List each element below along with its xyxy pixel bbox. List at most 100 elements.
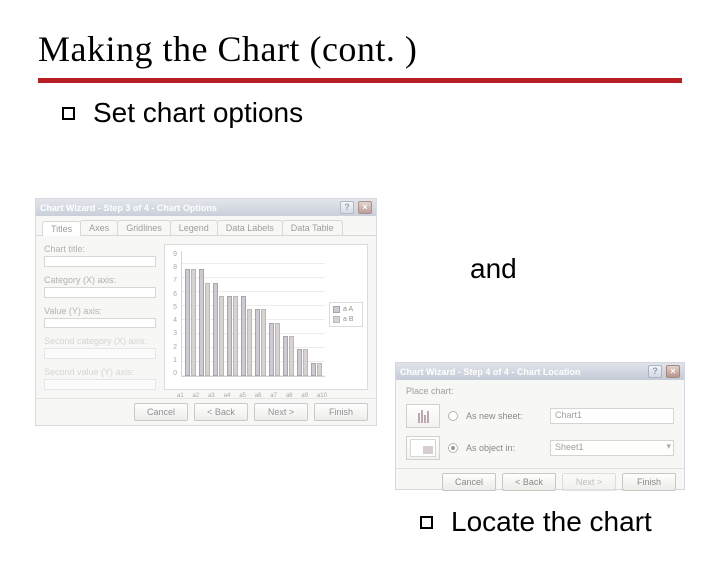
bar — [283, 336, 288, 376]
input-category-axis[interactable] — [44, 287, 156, 298]
xtick: a10 — [317, 393, 327, 399]
option-object-in[interactable]: As object in: Sheet1 — [406, 436, 674, 460]
bar — [311, 363, 316, 376]
bar — [219, 296, 224, 376]
option-label: As new sheet: — [466, 411, 542, 421]
option-new-sheet[interactable]: As new sheet: Chart1 — [406, 404, 674, 428]
bar-group — [199, 269, 210, 376]
bullet-locate-chart: Locate the chart — [420, 506, 652, 538]
square-bullet-icon — [62, 107, 75, 120]
finish-button[interactable]: Finish — [622, 473, 676, 491]
legend-swatch-a — [333, 306, 340, 313]
bar-group — [297, 349, 308, 376]
input-second-value — [44, 379, 156, 390]
back-button[interactable]: < Back — [194, 403, 248, 421]
help-icon[interactable]: ? — [340, 201, 354, 214]
tab-data-labels[interactable]: Data Labels — [217, 220, 283, 235]
chart-preview: 9 8 7 6 5 4 3 2 1 0 a A a B a1a2a3a4a5a6… — [164, 244, 368, 390]
label-value-axis: Value (Y) axis: — [44, 306, 156, 316]
bar-group — [185, 269, 196, 376]
bar-group — [255, 309, 266, 376]
bar — [317, 363, 322, 376]
slide-title: Making the Chart (cont. ) — [38, 28, 720, 70]
tab-strip: Titles Axes Gridlines Legend Data Labels… — [36, 216, 376, 236]
bar — [255, 309, 260, 376]
close-icon[interactable]: × — [666, 365, 680, 378]
titlebar[interactable]: Chart Wizard - Step 3 of 4 - Chart Optio… — [36, 199, 376, 216]
next-button: Next > — [562, 473, 616, 491]
xtick: a6 — [255, 393, 262, 399]
ytick: 6 — [173, 291, 177, 298]
ytick: 3 — [173, 330, 177, 337]
embedded-chart-icon — [406, 436, 440, 460]
dialog-title: Chart Wizard - Step 3 of 4 - Chart Optio… — [40, 203, 336, 213]
xtick: a7 — [270, 393, 277, 399]
radio-new-sheet[interactable] — [448, 411, 458, 421]
close-icon[interactable]: × — [358, 201, 372, 214]
label-second-value: Second value (Y) axis: — [44, 367, 156, 377]
bar — [191, 269, 196, 376]
wizard-buttons: Cancel < Back Next > Finish — [396, 468, 684, 497]
y-axis-ticks: 9 8 7 6 5 4 3 2 1 0 — [167, 251, 177, 377]
cancel-button[interactable]: Cancel — [442, 473, 496, 491]
title-underline — [38, 78, 682, 83]
bar — [199, 269, 204, 376]
bar — [185, 269, 190, 376]
ytick: 7 — [173, 277, 177, 284]
tab-data-table[interactable]: Data Table — [282, 220, 343, 235]
xtick: a2 — [193, 393, 200, 399]
label-chart-title: Chart title: — [44, 244, 156, 254]
bar — [205, 283, 210, 376]
chart-sheet-icon — [406, 404, 440, 428]
bar — [269, 323, 274, 376]
radio-object-in[interactable] — [448, 443, 458, 453]
finish-button[interactable]: Finish — [314, 403, 368, 421]
square-bullet-icon — [420, 516, 433, 529]
bar — [303, 349, 308, 376]
bullet-set-chart-options: Set chart options — [62, 97, 720, 129]
dialog-title: Chart Wizard - Step 4 of 4 - Chart Locat… — [400, 367, 644, 377]
titlebar[interactable]: Chart Wizard - Step 4 of 4 - Chart Locat… — [396, 363, 684, 380]
tab-titles[interactable]: Titles — [42, 221, 81, 236]
legend-label-a: a A — [343, 306, 353, 313]
ytick: 4 — [173, 317, 177, 324]
xtick: a9 — [301, 393, 308, 399]
bar — [261, 309, 266, 376]
ytick: 2 — [173, 344, 177, 351]
ytick: 9 — [173, 251, 177, 258]
input-value-axis[interactable] — [44, 318, 156, 329]
label-second-category: Second category (X) axis: — [44, 336, 156, 346]
bar-group — [311, 363, 322, 376]
bar — [241, 296, 246, 376]
bar — [213, 283, 218, 376]
bar-group — [283, 336, 294, 376]
tab-gridlines[interactable]: Gridlines — [117, 220, 171, 235]
help-icon[interactable]: ? — [648, 365, 662, 378]
wizard-buttons: Cancel < Back Next > Finish — [36, 398, 376, 427]
chart-legend: a A a B — [329, 302, 363, 327]
next-button[interactable]: Next > — [254, 403, 308, 421]
xtick: a5 — [239, 393, 246, 399]
input-chart-title[interactable] — [44, 256, 156, 267]
bar-group — [241, 296, 252, 376]
new-sheet-name-input[interactable]: Chart1 — [550, 408, 674, 424]
bar-group — [269, 323, 280, 376]
chart-wizard-step4-dialog: Chart Wizard - Step 4 of 4 - Chart Locat… — [395, 362, 685, 490]
place-chart-label: Place chart: — [406, 386, 674, 396]
bar — [227, 296, 232, 376]
bar-group — [213, 283, 224, 376]
object-in-sheet-select[interactable]: Sheet1 — [550, 440, 674, 456]
ytick: 0 — [173, 370, 177, 377]
tab-legend[interactable]: Legend — [170, 220, 218, 235]
back-button[interactable]: < Back — [502, 473, 556, 491]
bar — [297, 349, 302, 376]
tab-axes[interactable]: Axes — [80, 220, 118, 235]
legend-label-b: a B — [343, 316, 354, 323]
plot-area — [181, 251, 325, 377]
ytick: 8 — [173, 264, 177, 271]
option-label: As object in: — [466, 443, 542, 453]
ytick: 1 — [173, 357, 177, 364]
bar — [275, 323, 280, 376]
cancel-button[interactable]: Cancel — [134, 403, 188, 421]
bar — [247, 309, 252, 376]
